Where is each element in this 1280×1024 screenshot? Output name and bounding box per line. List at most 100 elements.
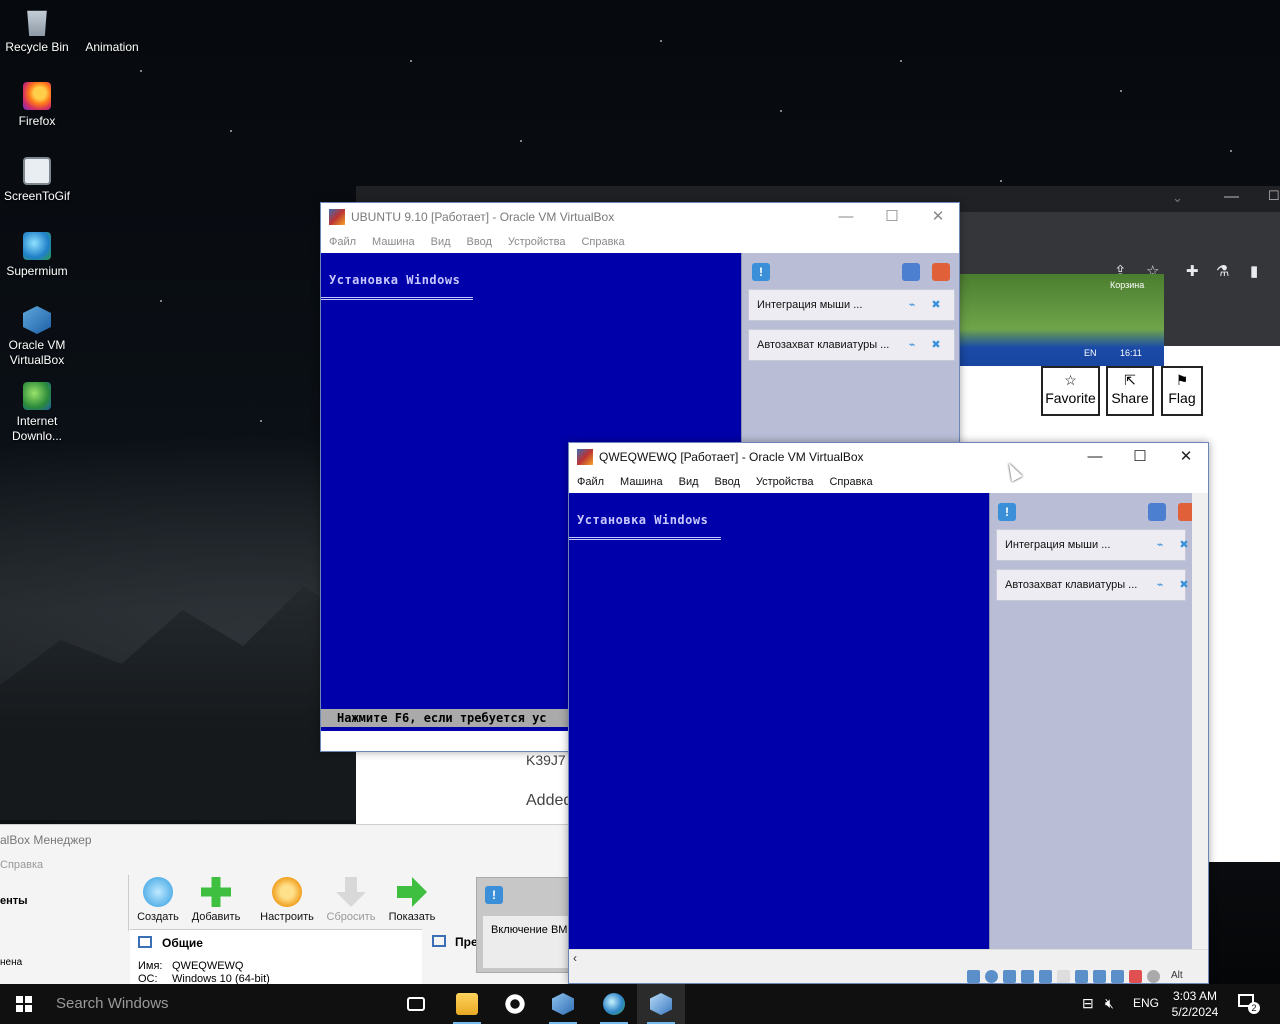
lab-flask-icon[interactable]: ⚗ [1216, 262, 1229, 280]
notify-keyboard-capture[interactable]: Автозахват клавиатуры ... ⌁ ✖ [996, 569, 1189, 601]
idm-icon [23, 382, 51, 410]
clear-all-icon[interactable] [932, 263, 950, 281]
mouse-integration-icon[interactable] [1129, 970, 1142, 983]
notification-icon: ! [485, 886, 503, 904]
close-icon[interactable]: ✖ [929, 338, 943, 352]
close-icon[interactable]: ✖ [1177, 538, 1191, 552]
taskbar-supermium[interactable] [590, 984, 638, 1024]
sidepanel-icon[interactable]: ▮ [1250, 262, 1258, 280]
share-button[interactable]: ⇱ Share [1106, 366, 1154, 416]
taskbar-file-explorer[interactable] [443, 984, 491, 1024]
vm-qwe-notification-center: ! Интеграция мыши ... ⌁ ✖ Автозахват кла… [989, 493, 1196, 949]
virtualbox-manager-window[interactable]: alBox Менеджер Справка енты нена Создать… [0, 824, 571, 985]
volume-muted-icon[interactable]: 🔇︎ [1105, 995, 1114, 1012]
menu-machine[interactable]: Машина [612, 471, 671, 488]
close-icon[interactable]: ✖ [1177, 578, 1191, 592]
desktop-icon-virtualbox[interactable]: Oracle VM VirtualBox [1, 306, 73, 368]
shared-folder-icon[interactable] [1057, 970, 1070, 983]
close-button[interactable]: ✕ [1163, 443, 1208, 471]
vbm-menu-help[interactable]: Справка [0, 859, 43, 871]
scroll-left-icon[interactable]: ‹ [573, 951, 577, 965]
sort-icon[interactable] [902, 263, 920, 281]
usb-icon[interactable] [1039, 970, 1052, 983]
maximize-button[interactable]: ☐ [869, 203, 915, 231]
vbm-vm-state: нена [0, 957, 23, 968]
cpu-icon[interactable] [1111, 970, 1124, 983]
maximize-button[interactable]: ☐ [1117, 443, 1163, 471]
sort-icon[interactable] [1148, 503, 1166, 521]
pin-icon[interactable]: ⌁ [905, 338, 919, 352]
action-center-button[interactable]: 2 [1238, 994, 1260, 1014]
audio-icon[interactable] [1003, 970, 1016, 983]
chevron-down-icon[interactable]: ⌄ [1172, 190, 1183, 206]
vbm-discard-button[interactable]: Сбросить [319, 877, 383, 923]
display-icon[interactable] [1075, 970, 1088, 983]
vbm-settings-button[interactable]: Настроить [255, 877, 319, 923]
taskbar-virtualbox[interactable] [539, 984, 587, 1024]
star-icon: ☆ [1064, 372, 1077, 388]
vbm-details-general: Общие Имя: QWEQWEWQ ОС: Windows 10 (64-b… [130, 929, 422, 985]
vm-qwe-screen[interactable]: Установка Windows [569, 493, 989, 949]
extensions-icon[interactable]: ✚ [1186, 262, 1199, 280]
menu-input[interactable]: Ввод [459, 231, 500, 248]
desktop-icon-idm[interactable]: Internet Downlo... [1, 382, 73, 444]
menu-help[interactable]: Справка [821, 471, 880, 488]
minimize-button[interactable]: — [1072, 443, 1118, 471]
vertical-scrollbar[interactable] [1192, 493, 1208, 949]
hdd-icon[interactable] [967, 970, 980, 983]
menu-devices[interactable]: Устройства [500, 231, 574, 248]
taskbar-settings[interactable] [491, 984, 539, 1024]
task-view-icon [407, 997, 425, 1011]
flag-button[interactable]: ⚑ Flag [1161, 366, 1203, 416]
horizontal-scrollbar[interactable]: ‹ [569, 949, 1208, 967]
maximize-icon[interactable]: ☐ [1268, 188, 1280, 204]
optical-drive-icon[interactable] [985, 970, 998, 983]
notify-mouse-integration[interactable]: Интеграция мыши ... ⌁ ✖ [748, 289, 955, 321]
menu-view[interactable]: Вид [671, 471, 707, 488]
recycle-bin-icon [27, 10, 47, 36]
folder-icon [456, 993, 478, 1015]
minimize-button[interactable]: — [823, 203, 869, 231]
menu-devices[interactable]: Устройства [748, 471, 822, 488]
recording-icon[interactable] [1093, 970, 1106, 983]
vbm-add-button[interactable]: Добавить [184, 877, 248, 923]
taskbar-clock[interactable]: 3:03 AM 5/2/2024 [1164, 988, 1226, 1020]
desktop-icon-screentogif[interactable]: ScreenToGif [1, 157, 73, 204]
notify-keyboard-capture[interactable]: Автозахват клавиатуры ... ⌁ ✖ [748, 329, 955, 361]
close-icon[interactable]: ✖ [929, 298, 943, 312]
taskbar-search[interactable]: Search Windows [48, 984, 388, 1024]
favorite-button[interactable]: ☆ Favorite [1041, 366, 1100, 416]
start-button[interactable] [0, 984, 48, 1024]
network-icon[interactable]: ⊟ [1082, 995, 1094, 1012]
notification-icon[interactable]: ! [752, 263, 770, 281]
menu-help[interactable]: Справка [573, 231, 632, 248]
menu-file[interactable]: Файл [569, 471, 612, 488]
vbm-preview-title: Пре [455, 935, 478, 949]
desktop-icon-animation[interactable]: Animation [76, 8, 148, 55]
desktop-icon-supermium[interactable]: Supermium [1, 232, 73, 279]
notification-icon[interactable]: ! [998, 503, 1016, 521]
virtualbox-icon [577, 449, 593, 465]
taskbar-virtualbox-vm[interactable] [637, 984, 685, 1024]
desktop-icon-firefox[interactable]: Firefox [1, 82, 73, 129]
task-view-button[interactable] [392, 984, 440, 1024]
network-icon[interactable] [1021, 970, 1034, 983]
minimize-icon[interactable]: — [1224, 188, 1239, 205]
pin-icon[interactable]: ⌁ [1153, 578, 1167, 592]
language-indicator[interactable]: ENG [1133, 996, 1159, 1010]
pin-icon[interactable]: ⌁ [905, 298, 919, 312]
menu-view[interactable]: Вид [423, 231, 459, 248]
menu-input[interactable]: Ввод [707, 471, 748, 488]
vm-qwe-titlebar[interactable]: QWEQWEWQ [Работает] - Oracle VM VirtualB… [569, 443, 1208, 471]
vbm-show-button[interactable]: Показать [380, 877, 444, 923]
close-button[interactable]: ✕ [915, 203, 959, 231]
menu-machine[interactable]: Машина [364, 231, 423, 248]
keyboard-capture-icon[interactable] [1147, 970, 1160, 983]
vm-window-qweqwewq[interactable]: QWEQWEWQ [Работает] - Oracle VM VirtualB… [568, 442, 1209, 984]
pin-icon[interactable]: ⌁ [1153, 538, 1167, 552]
vm-ubuntu-titlebar[interactable]: UBUNTU 9.10 [Работает] - Oracle VM Virtu… [321, 203, 959, 231]
menu-file[interactable]: Файл [321, 231, 364, 248]
notify-mouse-integration[interactable]: Интеграция мыши ... ⌁ ✖ [996, 529, 1189, 561]
desktop-icon-recycle-bin[interactable]: Recycle Bin [1, 8, 73, 55]
vbm-create-button[interactable]: Создать [126, 877, 190, 923]
